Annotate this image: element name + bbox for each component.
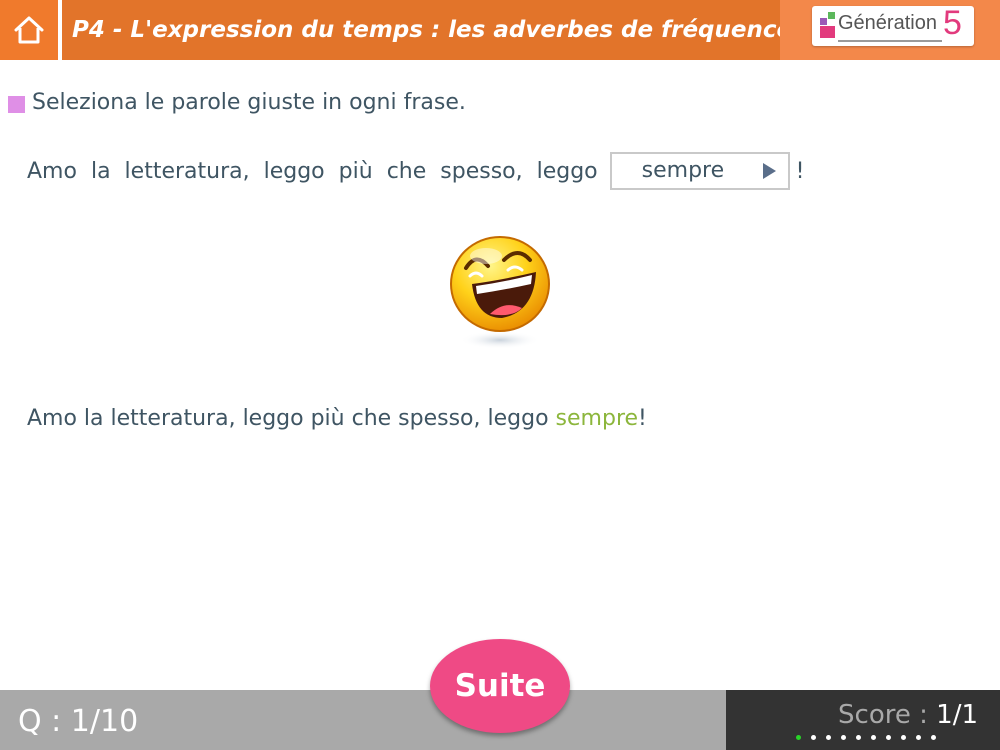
logo-number: 5	[943, 4, 962, 42]
next-button[interactable]: Suite	[430, 639, 570, 733]
sentence-word: che	[386, 158, 427, 184]
header-bar: P4 - L'expression du temps : les adverbe…	[0, 0, 1000, 60]
logo-underline	[838, 40, 942, 42]
score-label: Score :	[838, 700, 937, 730]
home-icon	[14, 16, 44, 44]
exercise-sentence: Amo la letteratura, leggo più che spesso…	[27, 152, 805, 190]
progress-dot	[856, 735, 861, 740]
logo-text: Génération	[838, 12, 937, 34]
answer-dropdown[interactable]: sempre	[609, 152, 790, 190]
home-button[interactable]	[0, 0, 60, 60]
instruction-text: Seleziona le parole giuste in ogni frase…	[32, 90, 466, 115]
progress-dot	[841, 735, 846, 740]
progress-dots	[796, 735, 936, 740]
dropdown-selected-value: sempre	[641, 158, 725, 183]
progress-dot	[796, 735, 801, 740]
progress-dot	[871, 735, 876, 740]
page-title: P4 - L'expression du temps : les adverbe…	[72, 17, 793, 43]
sentence-word: la	[90, 158, 111, 184]
score-value: 1/1	[936, 700, 978, 730]
brand-area: Génération 5	[780, 0, 1000, 60]
progress-dot	[811, 735, 816, 740]
sentence-word: leggo	[263, 158, 325, 184]
question-counter: Q : 1/10	[18, 704, 139, 739]
instruction-marker	[8, 96, 25, 113]
progress-dot	[931, 735, 936, 740]
answer-suffix: !	[638, 406, 647, 431]
next-button-label: Suite	[454, 668, 546, 704]
dropdown-arrow-icon[interactable]	[762, 163, 776, 179]
sentence-word: più	[338, 158, 373, 184]
answer-correct-word: sempre	[555, 406, 639, 431]
progress-dot	[916, 735, 921, 740]
sentence-end-punctuation: !	[795, 158, 805, 184]
logo-square-pink	[820, 26, 835, 38]
sentence-word: letteratura,	[124, 158, 250, 184]
progress-dot	[901, 735, 906, 740]
progress-dot	[826, 735, 831, 740]
laughing-smiley-icon	[450, 236, 550, 349]
progress-dot	[886, 735, 891, 740]
logo-square-purple	[820, 18, 827, 25]
score-display: Score : 1/1	[838, 700, 978, 730]
sentence-word: Amo	[27, 158, 77, 184]
answer-prefix: Amo la letteratura, leggo più che spesso…	[27, 406, 556, 431]
sentence-word: spesso,	[440, 158, 523, 184]
title-bar: P4 - L'expression du temps : les adverbe…	[62, 0, 792, 60]
correct-answer-sentence: Amo la letteratura, leggo più che spesso…	[27, 406, 647, 431]
logo-square-green	[828, 12, 835, 19]
generation5-logo: Génération 5	[812, 4, 974, 46]
sentence-word: leggo	[536, 158, 598, 184]
